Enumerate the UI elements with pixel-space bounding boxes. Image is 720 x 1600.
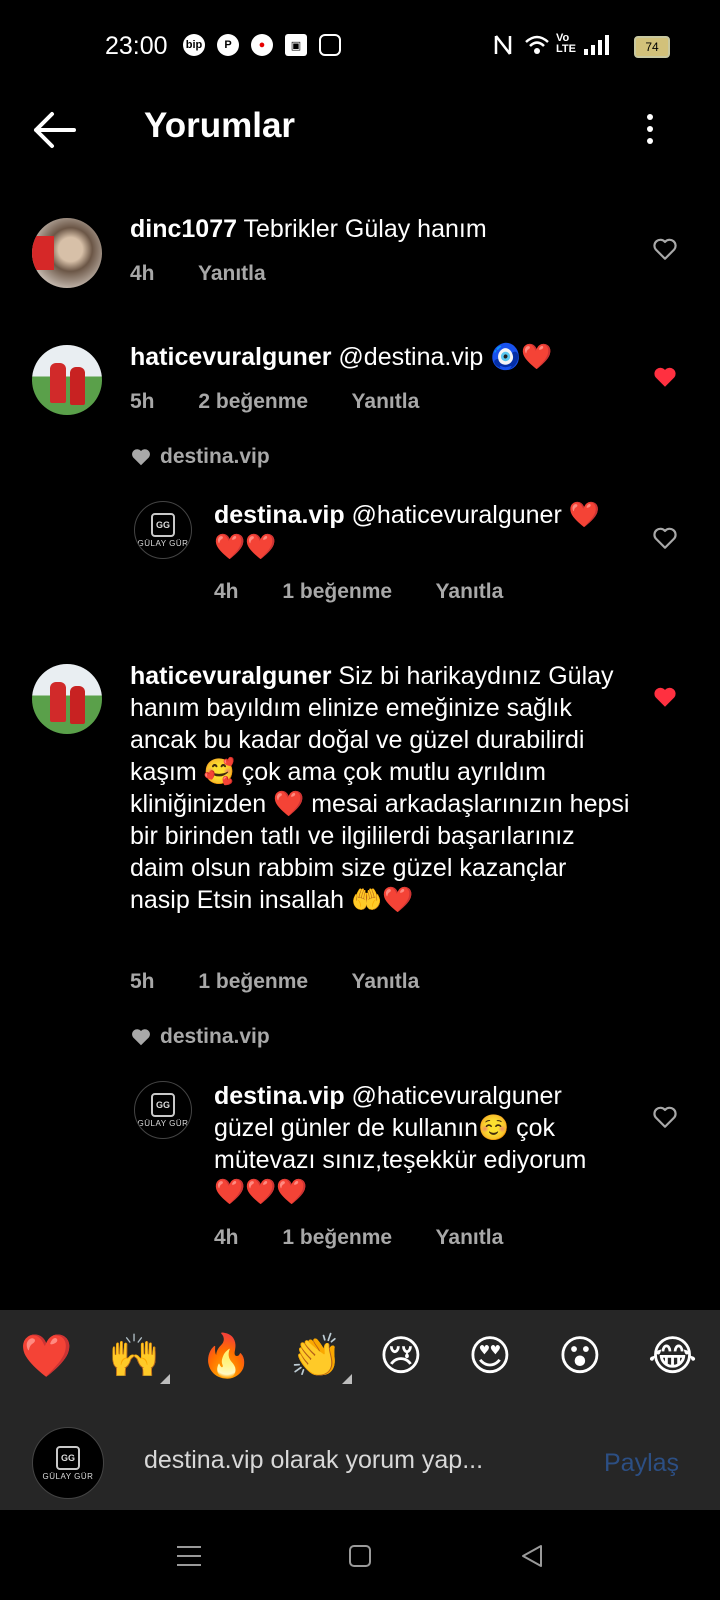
back-button[interactable]: [30, 105, 80, 155]
emoji-button-cry[interactable]: 😢: [379, 1332, 423, 1380]
reply-text: destina.vip @haticevuralguner ❤️❤️❤️: [214, 499, 614, 563]
logo-monogram: GG: [56, 1445, 80, 1470]
emoji-reaction-bar: ❤️ 🙌 🔥 👏 😢 😍 😮 😂: [0, 1310, 720, 1402]
logo-monogram: GG: [151, 1092, 175, 1117]
heart-icon: [132, 449, 150, 466]
arrow-left-icon: [34, 112, 76, 148]
page-title: Yorumlar: [144, 106, 296, 145]
back-nav-icon[interactable]: [520, 1544, 544, 1568]
logo-wordmark: GÜLAY GÜR: [137, 1118, 189, 1128]
reply-username[interactable]: destina.vip: [214, 1082, 345, 1110]
wifi-icon: [524, 34, 550, 61]
avatar[interactable]: GG GÜLAY GÜR: [134, 501, 192, 559]
reply-button[interactable]: Yanıtla: [436, 1226, 504, 1249]
comment-username[interactable]: haticevuralguner: [130, 343, 331, 371]
comment-body: Tebrikler Gülay hanım: [243, 215, 487, 243]
reply-meta: 4h 1 beğenme Yanıtla: [214, 580, 541, 604]
reply-meta: 4h 1 beğenme Yanıtla: [214, 1226, 541, 1250]
liked-by-author: destina.vip: [130, 445, 270, 469]
bip-icon: bip: [183, 34, 205, 56]
like-button[interactable]: [652, 1104, 678, 1130]
current-user-avatar: GG GÜLAY GÜR: [32, 1427, 104, 1499]
liked-by-username: destina.vip: [160, 445, 270, 468]
logo-wordmark: GÜLAY GÜR: [42, 1471, 94, 1481]
emoji-button-heart-eyes[interactable]: 😍: [468, 1332, 512, 1380]
home-icon[interactable]: [348, 1544, 372, 1568]
like-button[interactable]: [652, 684, 678, 710]
avatar[interactable]: [32, 345, 102, 415]
heart-icon: [132, 1029, 150, 1046]
reply-button[interactable]: Yanıtla: [198, 262, 266, 285]
avatar[interactable]: [32, 664, 102, 734]
reply-likes[interactable]: 1 beğenme: [282, 1226, 392, 1249]
comment-meta: 4h Yanıtla: [130, 262, 304, 286]
comment-time: 4h: [130, 262, 155, 285]
like-button[interactable]: [652, 236, 678, 262]
like-button[interactable]: [652, 525, 678, 551]
comment-meta: 5h 2 beğenme Yanıtla: [130, 390, 457, 414]
reply-button[interactable]: Yanıtla: [352, 390, 420, 413]
box-icon: ▣: [285, 34, 307, 56]
emoji-button-surprised[interactable]: 😮: [558, 1332, 602, 1380]
reply-likes[interactable]: 1 beğenme: [282, 580, 392, 603]
comment-time: 5h: [130, 970, 155, 993]
reply-time: 4h: [214, 1226, 239, 1249]
comment-username[interactable]: haticevuralguner: [130, 662, 331, 690]
vodafone-icon: ●: [251, 34, 273, 56]
battery-indicator: 74: [634, 36, 670, 58]
comment-meta: 5h 1 beğenme Yanıtla: [130, 970, 457, 994]
status-time: 23:00: [105, 32, 168, 60]
logo-monogram: GG: [151, 512, 175, 537]
heart-outline-icon: [653, 1106, 677, 1128]
reply-button[interactable]: Yanıtla: [352, 970, 420, 993]
comment-likes[interactable]: 2 beğenme: [198, 390, 308, 413]
instagram-icon: [319, 34, 341, 56]
nfc-icon: [493, 34, 513, 61]
pinterest-icon: P: [217, 34, 239, 56]
heart-filled-icon: [654, 687, 676, 707]
avatar[interactable]: [32, 218, 102, 288]
heart-filled-icon: [654, 367, 676, 387]
liked-by-username: destina.vip: [160, 1025, 270, 1048]
comment-input[interactable]: destina.vip olarak yorum yap...: [144, 1446, 483, 1475]
emoji-button-fire[interactable]: 🔥: [200, 1332, 252, 1380]
comment-username[interactable]: dinc1077: [130, 215, 237, 243]
more-options-button[interactable]: [640, 110, 660, 150]
reply-username[interactable]: destina.vip: [214, 501, 345, 529]
liked-by-author: destina.vip: [130, 1025, 270, 1049]
emoji-button-laugh[interactable]: 😂: [648, 1332, 697, 1380]
reply-text: destina.vip @haticevuralguner güzel günl…: [214, 1080, 609, 1208]
share-button[interactable]: Paylaş: [604, 1449, 679, 1478]
comment-text: haticevuralguner Siz bi harikaydınız Gül…: [130, 660, 630, 916]
avatar[interactable]: GG GÜLAY GÜR: [134, 1081, 192, 1139]
reply-time: 4h: [214, 580, 239, 603]
emoji-button-clap[interactable]: 👏: [290, 1332, 353, 1384]
signal-icon: [583, 34, 611, 61]
heart-outline-icon: [653, 527, 677, 549]
emoji-button-heart[interactable]: ❤️: [20, 1332, 72, 1380]
comment-time: 5h: [130, 390, 155, 413]
comment-body: @destina.vip 🧿❤️: [338, 343, 553, 371]
emoji-button-raised-hands[interactable]: 🙌: [108, 1332, 171, 1384]
like-button[interactable]: [652, 364, 678, 390]
volte-label: Vo LTE: [556, 32, 576, 55]
recent-apps-icon[interactable]: [176, 1544, 202, 1568]
reply-button[interactable]: Yanıtla: [436, 580, 504, 603]
logo-wordmark: GÜLAY GÜR: [137, 538, 189, 548]
comment-text: haticevuralguner @destina.vip 🧿❤️: [130, 341, 630, 373]
system-nav-bar: [0, 1510, 720, 1600]
comment-body: Siz bi harikaydınız Gülay hanım bayıldım…: [130, 662, 630, 914]
comment-likes[interactable]: 1 beğenme: [198, 970, 308, 993]
heart-outline-icon: [653, 238, 677, 260]
comment-text: dinc1077 Tebrikler Gülay hanım: [130, 213, 630, 245]
